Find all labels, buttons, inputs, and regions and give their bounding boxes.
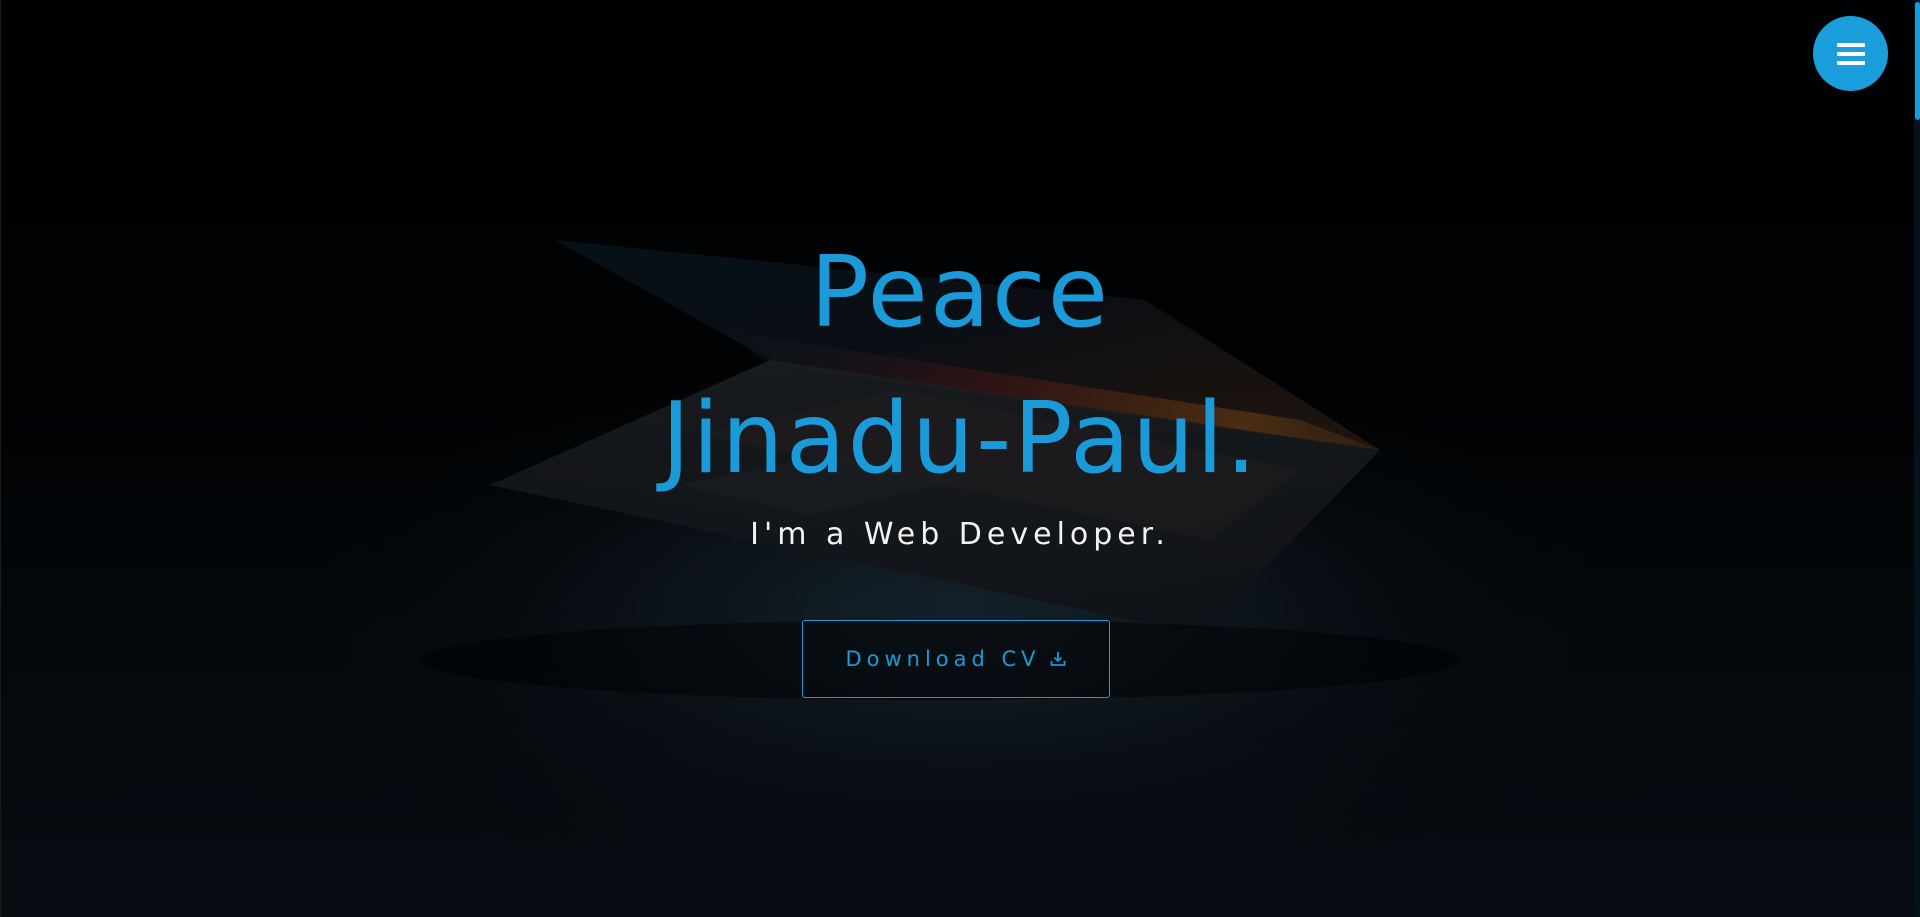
page-viewport: Peace Jinadu-Paul. I'm a Web Developer. …	[0, 0, 1920, 917]
hero-name: Peace Jinadu-Paul.	[0, 220, 1920, 512]
download-cv-button[interactable]: Download CV	[802, 620, 1110, 698]
hero-name-line2: Jinadu-Paul.	[661, 382, 1259, 496]
hero-name-line1: Peace	[809, 236, 1111, 350]
scrollbar-track[interactable]	[1914, 0, 1920, 917]
download-icon	[1050, 652, 1065, 666]
hero-section: Peace Jinadu-Paul. I'm a Web Developer. …	[0, 0, 1920, 917]
hero-subtitle: I'm a Web Developer.	[750, 517, 1170, 552]
hamburger-menu-icon	[1836, 42, 1865, 65]
menu-button[interactable]	[1813, 16, 1888, 91]
download-cv-label: Download CV	[845, 647, 1041, 671]
scrollbar-thumb[interactable]	[1915, 2, 1920, 120]
